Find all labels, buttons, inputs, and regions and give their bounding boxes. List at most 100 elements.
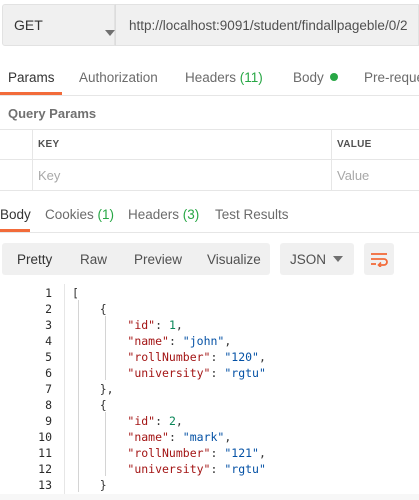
tab-authorization-label: Authorization: [79, 70, 158, 85]
line-number: 8: [45, 398, 52, 412]
tab-headers-label: Headers: [185, 70, 237, 85]
tab-cookies-count: (1): [97, 207, 115, 222]
row-checkbox-cell: [0, 160, 33, 190]
tab-response-headers[interactable]: Headers (3): [128, 207, 199, 222]
response-body-editor[interactable]: 1[2 {3 "id": 1, 4 "name": "john", 5 "rollN…: [0, 284, 419, 500]
checkbox-column-header: [0, 130, 33, 159]
preview-button[interactable]: Preview: [134, 243, 182, 275]
json-punctuation: }: [72, 478, 107, 492]
active-tab-indicator: [0, 92, 62, 95]
code-line: 3 "id": 1,: [0, 318, 419, 334]
line-text: },: [72, 382, 114, 396]
json-string-value: "120": [224, 350, 259, 364]
key-column-header: KEY: [33, 130, 332, 159]
code-line: 13 }: [0, 478, 419, 494]
tab-pre-request-label: Pre-reque: [364, 70, 419, 85]
param-value-input[interactable]: Value: [332, 160, 419, 190]
response-toolbar: Pretty Raw Preview Visualize JSON: [0, 241, 419, 276]
tab-headers[interactable]: Headers (11): [185, 70, 263, 85]
json-colon: :: [210, 446, 225, 460]
json-string-value: "john": [182, 334, 225, 348]
line-text: {: [72, 302, 107, 316]
request-tabs: Params Authorization Headers (11) Body P…: [0, 62, 419, 96]
value-column-header: VALUE: [332, 130, 419, 159]
json-comma: ,: [175, 318, 183, 332]
table-header-row: KEY VALUE: [0, 129, 419, 160]
code-line: 11 "rollNumber": "121",: [0, 446, 419, 462]
line-number: 2: [45, 302, 52, 316]
param-key-input[interactable]: Key: [33, 160, 332, 190]
tab-pre-request[interactable]: Pre-reque: [364, 70, 419, 85]
key-placeholder: Key: [38, 167, 61, 183]
tab-cookies[interactable]: Cookies (1): [45, 207, 114, 222]
method-select[interactable]: GET: [2, 4, 115, 46]
json-key: "id": [127, 414, 156, 428]
tab-body[interactable]: Body: [293, 70, 338, 85]
tab-response-body-label: Body: [0, 207, 31, 222]
visualize-button[interactable]: Visualize: [207, 243, 261, 275]
json-colon: :: [168, 334, 183, 348]
line-number: 12: [38, 462, 52, 476]
json-comma: ,: [258, 446, 266, 460]
url-input[interactable]: http://localhost:9091/student/findallpag…: [115, 4, 419, 46]
table-row: Key Value: [0, 160, 419, 191]
query-params-table: KEY VALUE Key Value: [0, 129, 419, 191]
code-line: 10 "name": "mark",: [0, 430, 419, 446]
code-line: 9 "id": 2,: [0, 414, 419, 430]
pretty-button[interactable]: Pretty: [17, 243, 52, 275]
json-string-value: "121": [224, 446, 259, 460]
code-line: 6 "university": "rgtu": [0, 366, 419, 382]
active-response-tab-indicator: [0, 229, 30, 232]
json-key: "name": [127, 334, 169, 348]
horizontal-scrollbar[interactable]: [0, 494, 419, 500]
line-text: "rollNumber": "120",: [72, 350, 266, 364]
tab-cookies-label: Cookies: [45, 207, 94, 222]
line-text: }: [72, 478, 107, 492]
code-line: 4 "name": "john",: [0, 334, 419, 350]
tab-test-results[interactable]: Test Results: [215, 207, 289, 222]
code-line: 7 },: [0, 382, 419, 398]
json-comma: ,: [258, 350, 266, 364]
query-params-title: Query Params: [8, 106, 97, 121]
line-number: 10: [38, 430, 52, 444]
tab-test-results-label: Test Results: [215, 207, 289, 222]
json-key: "name": [127, 430, 169, 444]
json-punctuation: {: [72, 398, 107, 412]
json-colon: :: [210, 366, 225, 380]
code-line: 8 {: [0, 398, 419, 414]
code-line: 5 "rollNumber": "120",: [0, 350, 419, 366]
json-comma: ,: [224, 430, 232, 444]
line-number: 9: [45, 414, 52, 428]
json-key: "rollNumber": [127, 446, 211, 460]
line-text: "university": "rgtu": [72, 366, 266, 380]
tab-authorization[interactable]: Authorization: [79, 70, 158, 85]
tab-headers-count: (11): [239, 70, 263, 85]
tab-response-body[interactable]: Body: [0, 207, 31, 222]
line-text: {: [72, 398, 107, 412]
json-string-value: "rgtu": [224, 462, 266, 476]
tab-body-label: Body: [293, 70, 324, 85]
tab-params-label: Params: [8, 70, 55, 85]
line-text: "rollNumber": "121",: [72, 446, 266, 460]
value-placeholder: Value: [337, 167, 370, 183]
json-string-value: "rgtu": [224, 366, 266, 380]
tab-params[interactable]: Params: [8, 70, 55, 85]
code-line: 12 "university": "rgtu": [0, 462, 419, 478]
line-number: 1: [45, 286, 52, 300]
format-label: JSON: [290, 251, 327, 267]
value-header-label: VALUE: [337, 139, 372, 150]
json-punctuation: },: [72, 382, 114, 396]
response-tabs: Body Cookies (1) Headers (3) Test Result…: [0, 200, 419, 233]
format-select[interactable]: JSON: [280, 243, 354, 275]
line-number: 6: [45, 366, 52, 380]
raw-button[interactable]: Raw: [80, 243, 107, 275]
wrap-lines-button[interactable]: [364, 243, 394, 275]
line-number: 7: [45, 382, 52, 396]
json-key: "university": [127, 366, 211, 380]
